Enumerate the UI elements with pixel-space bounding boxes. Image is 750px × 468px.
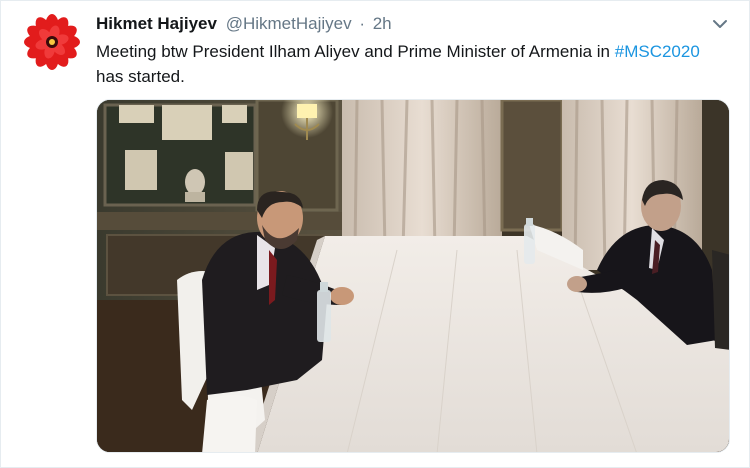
chevron-down-icon[interactable] — [711, 15, 729, 33]
display-name[interactable]: Hikmet Hajiyev — [96, 14, 217, 33]
tweet-card[interactable]: Hikmet Hajiyev @HikmetHajiyev · 2h Meeti… — [0, 0, 750, 468]
user-handle[interactable]: @HikmetHajiyev — [226, 14, 352, 33]
tweet-photo[interactable] — [96, 99, 730, 453]
tweet-text-end: has started. — [96, 67, 185, 86]
tweet-timestamp[interactable]: 2h — [373, 14, 392, 33]
meeting-photo — [97, 100, 729, 452]
header-separator: · — [359, 14, 365, 33]
tweet-text: Meeting btw President Ilham Aliyev and P… — [96, 39, 716, 89]
red-flower-icon — [24, 14, 80, 70]
tweet-text-start: Meeting btw President Ilham Aliyev and P… — [96, 42, 615, 61]
avatar[interactable] — [23, 13, 81, 71]
hashtag-link[interactable]: #MSC2020 — [615, 42, 700, 61]
tweet-header: Hikmet Hajiyev @HikmetHajiyev · 2h — [96, 14, 392, 34]
